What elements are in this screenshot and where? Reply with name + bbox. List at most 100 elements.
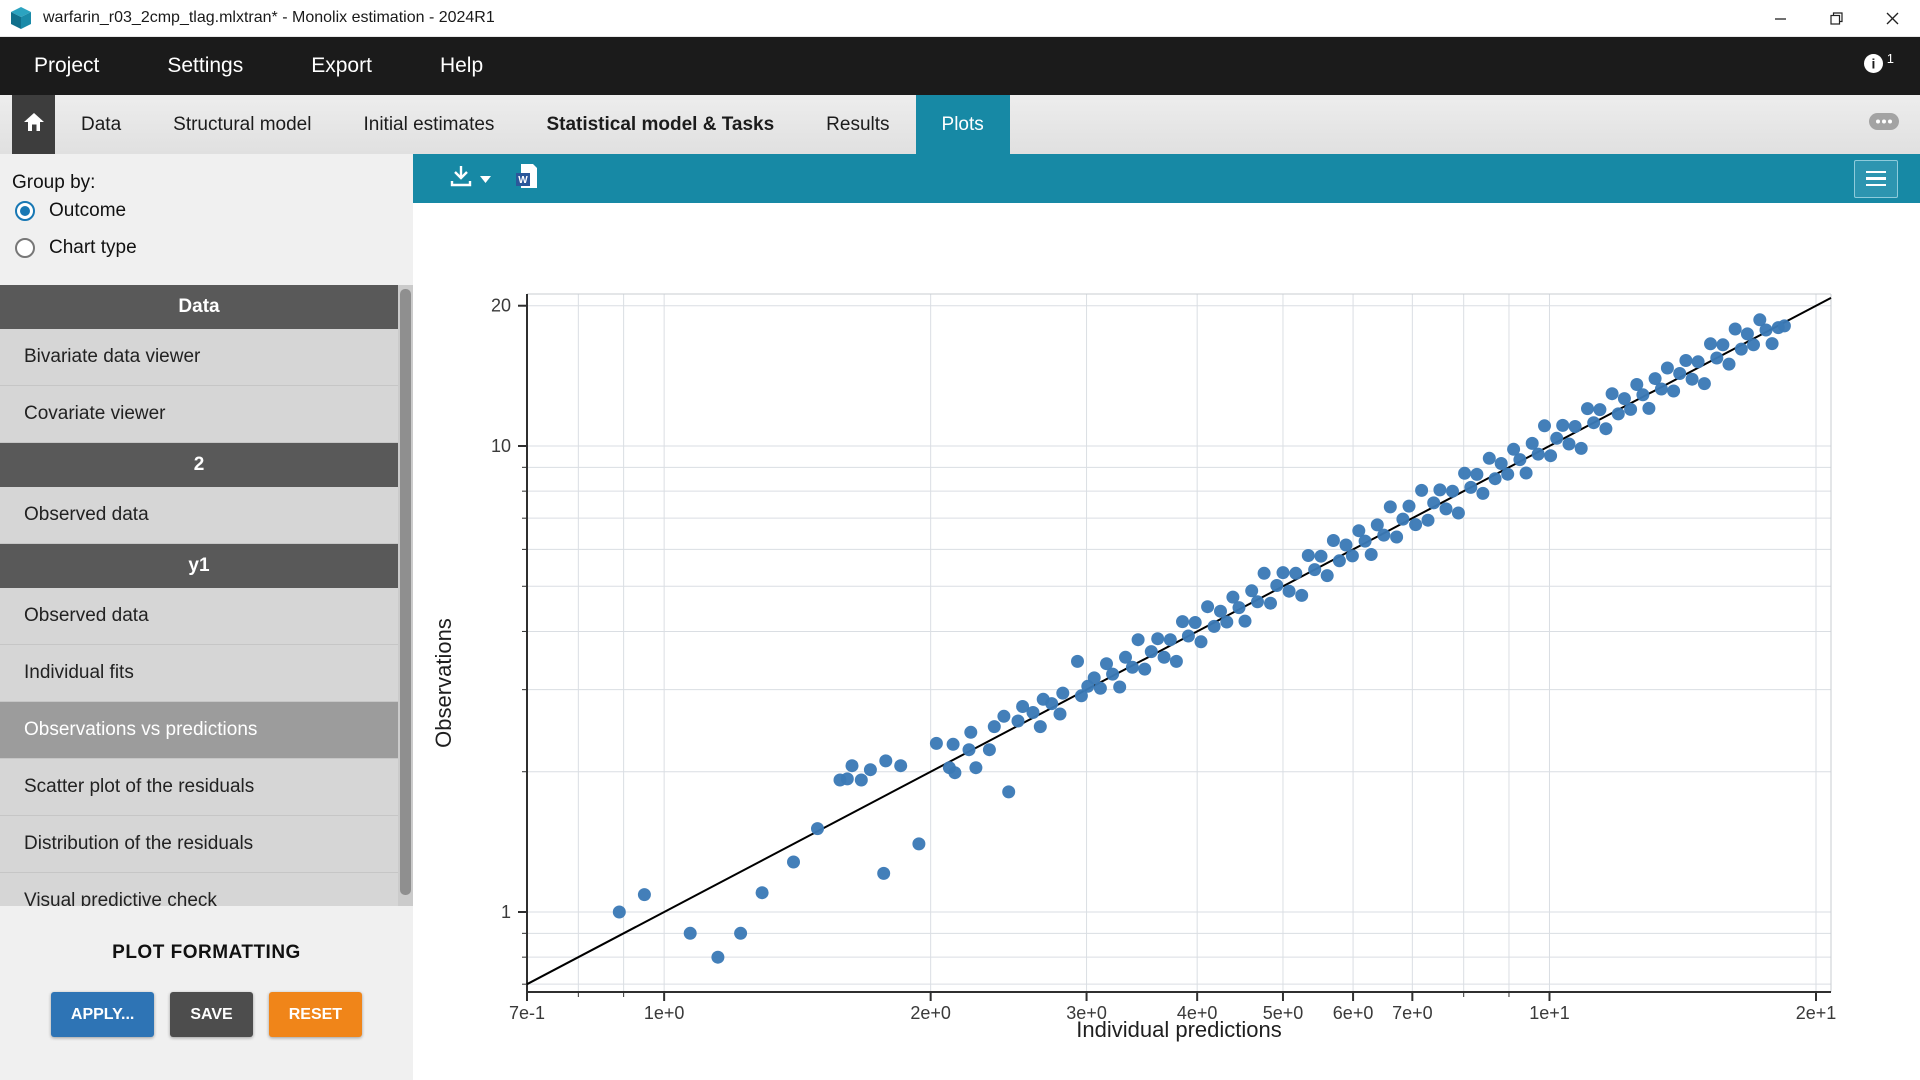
apply-button[interactable]: APPLY... (51, 992, 154, 1037)
tab-data[interactable]: Data (55, 95, 147, 154)
scatter-point (1201, 600, 1214, 613)
menu-bar: Project Settings Export Help i 1 (0, 37, 1920, 95)
scatter-point (1612, 407, 1625, 420)
scatter-point (1433, 483, 1446, 496)
scatter-point (1464, 481, 1477, 494)
scatter-point (1195, 635, 1208, 648)
tab-home[interactable] (12, 95, 55, 154)
scatter-point (1233, 601, 1246, 614)
nav-item-observations-vs-predictions[interactable]: Observations vs predictions (0, 702, 398, 759)
scatter-point (947, 738, 960, 751)
scatter-point (1520, 467, 1533, 480)
scatter-point (1563, 438, 1576, 451)
scatter-point (1741, 327, 1754, 340)
scatter-point (1692, 355, 1705, 368)
x-axis-label: Individual predictions (1076, 1017, 1281, 1042)
sidebar-scrollbar-thumb[interactable] (400, 289, 411, 895)
restore-button[interactable] (1808, 0, 1864, 36)
info-badge: 1 (1887, 51, 1894, 66)
scatter-point (1624, 403, 1637, 416)
nav-item-observed-data-y1[interactable]: Observed data (0, 588, 398, 645)
minimize-button[interactable] (1752, 0, 1808, 36)
observations-vs-predictions-chart[interactable]: 7e-11e+02e+03e+04e+05e+06e+07e+01e+12e+1… (413, 203, 1920, 1080)
plot-formatting-label: PLOT FORMATTING (0, 942, 413, 964)
scatter-point (1346, 549, 1359, 562)
menu-export[interactable]: Export (277, 37, 406, 95)
scatter-point (1655, 383, 1668, 396)
scatter-point (1636, 388, 1649, 401)
close-button[interactable] (1864, 0, 1920, 36)
nav-item-bivariate-data-viewer[interactable]: Bivariate data viewer (0, 329, 398, 386)
svg-text:i: i (1871, 56, 1875, 72)
radio-outcome-button[interactable] (15, 201, 35, 221)
plot-canvas[interactable]: 7e-11e+02e+03e+04e+05e+06e+07e+01e+12e+1… (413, 203, 1920, 1080)
tab-statistical-model-tasks[interactable]: Statistical model & Tasks (520, 95, 800, 154)
menu-help[interactable]: Help (406, 37, 517, 95)
scatter-point (1427, 496, 1440, 509)
tab-structural-model[interactable]: Structural model (147, 95, 337, 154)
info-icon[interactable]: i (1863, 53, 1884, 79)
scatter-point (1106, 668, 1119, 681)
title-bar: warfarin_r03_2cmp_tlag.mlxtran* - Monoli… (0, 0, 1920, 37)
scatter-point (1470, 468, 1483, 481)
feedback-icon[interactable] (1868, 111, 1900, 138)
scatter-point (756, 886, 769, 899)
sidebar-scrollbar[interactable] (398, 285, 413, 906)
menu-settings[interactable]: Settings (133, 37, 277, 95)
scatter-point (1002, 785, 1015, 798)
tab-initial-estimates[interactable]: Initial estimates (337, 95, 520, 154)
scatter-point (1587, 416, 1600, 429)
nav-item-scatter-plot-residuals[interactable]: Scatter plot of the residuals (0, 759, 398, 816)
scatter-point (1045, 697, 1058, 710)
scatter-point (1132, 633, 1145, 646)
scatter-point (1327, 534, 1340, 547)
scatter-point (1575, 442, 1588, 455)
scatter-point (963, 743, 976, 756)
radio-chart-type[interactable]: Chart type (15, 237, 137, 259)
nav-item-observed-data-2[interactable]: Observed data (0, 487, 398, 544)
reset-button[interactable]: RESET (269, 992, 362, 1037)
scatter-point (1760, 324, 1773, 337)
scatter-point (1289, 567, 1302, 580)
svg-text:W: W (518, 175, 528, 186)
plot-menu-button[interactable] (1854, 160, 1898, 198)
scatter-point (1138, 663, 1151, 676)
scatter-point (1283, 585, 1296, 598)
scatter-point (930, 737, 943, 750)
download-button[interactable] (449, 164, 491, 193)
nav-item-visual-predictive-check[interactable]: Visual predictive check (0, 873, 398, 906)
scatter-point (638, 888, 651, 901)
word-export-icon: W (515, 162, 539, 195)
radio-chart-type-button[interactable] (15, 238, 35, 258)
menu-project[interactable]: Project (0, 37, 133, 95)
scatter-point (1409, 518, 1422, 531)
scatter-point (1415, 484, 1428, 497)
scatter-point (787, 856, 800, 869)
scatter-point (969, 761, 982, 774)
plot-toolbar: W (413, 154, 1920, 203)
y-tick-label: 10 (491, 436, 511, 456)
nav-item-distribution-residuals[interactable]: Distribution of the residuals (0, 816, 398, 873)
scatter-point (613, 906, 626, 919)
scatter-point (1458, 467, 1471, 480)
scatter-point (684, 927, 697, 940)
nav-item-individual-fits[interactable]: Individual fits (0, 645, 398, 702)
scatter-point (983, 743, 996, 756)
scatter-point (846, 759, 859, 772)
identity-line (527, 298, 1831, 984)
scatter-point (988, 720, 1001, 733)
section-header-data: Data (0, 285, 398, 329)
scatter-point (1723, 358, 1736, 371)
tab-plots[interactable]: Plots (916, 95, 1010, 154)
radio-outcome[interactable]: Outcome (15, 200, 126, 222)
word-export-button[interactable]: W (515, 162, 539, 195)
tab-results[interactable]: Results (800, 95, 915, 154)
scatter-point (1716, 338, 1729, 351)
scatter-point (1606, 387, 1619, 400)
y-tick-label: 20 (491, 296, 511, 316)
scatter-point (1679, 354, 1692, 367)
nav-item-covariate-viewer[interactable]: Covariate viewer (0, 386, 398, 443)
scatter-point (1735, 343, 1748, 356)
save-button[interactable]: SAVE (170, 992, 252, 1037)
scatter-point (1251, 595, 1264, 608)
